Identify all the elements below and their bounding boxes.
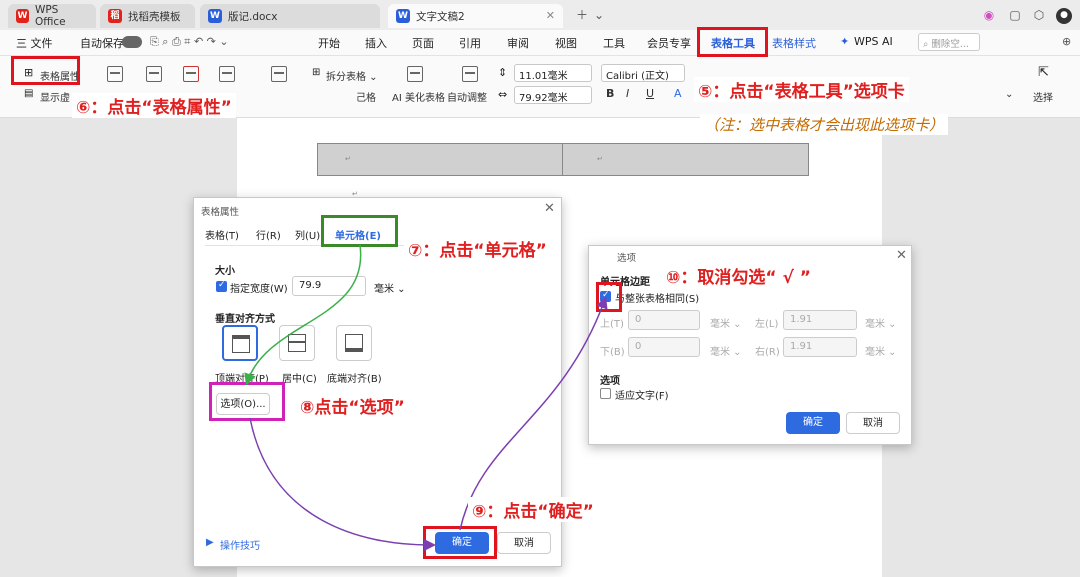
annotation-step10: ⑩：取消勾选“ √ ”	[662, 263, 815, 288]
arrow-ok-to-checkbox	[459, 296, 608, 531]
arrow-cell-to-options	[244, 244, 362, 386]
annotation-note5: （注：选中表格才会出现此选项卡）	[700, 114, 949, 135]
annotation-arrows	[244, 244, 608, 551]
annotation-step5: ⑤：点击“表格工具”选项卡	[694, 77, 909, 102]
annotation-step9: ⑨：点击“确定”	[468, 497, 598, 522]
annotation-step7: ⑦：点击“单元格”	[404, 236, 551, 261]
annotation-step6: ⑥：点击“表格属性”	[72, 93, 236, 118]
arrow-options-to-ok	[249, 417, 436, 551]
annotation-step8: ⑧点击“选项”	[296, 393, 409, 418]
